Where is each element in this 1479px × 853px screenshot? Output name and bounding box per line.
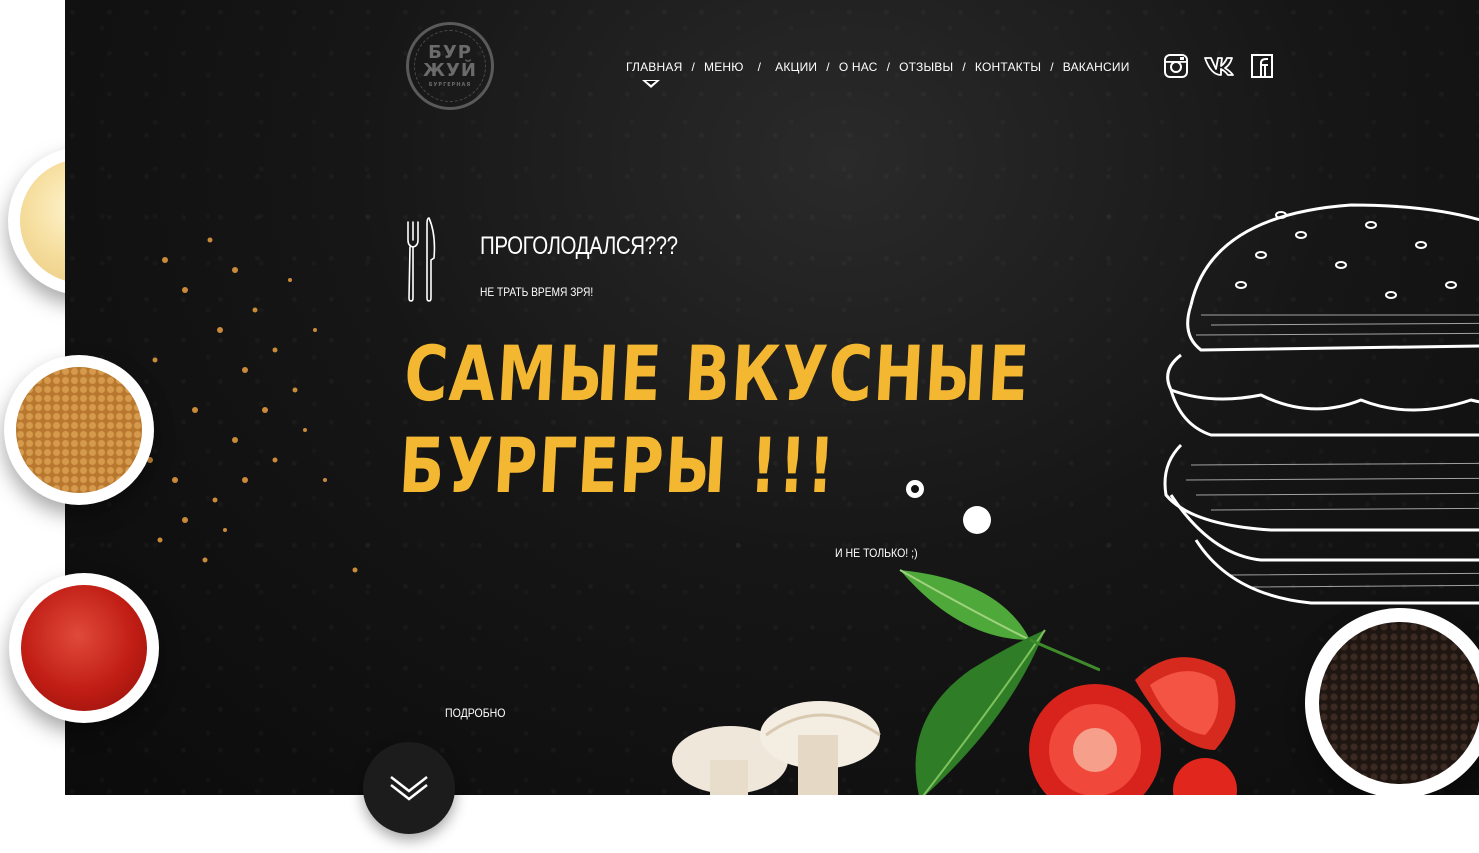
hero-subtitle: НЕ ТРАТЬ ВРЕМЯ ЗРЯ! (480, 285, 594, 299)
active-indicator-icon (642, 80, 660, 88)
fork-knife-icon (407, 217, 436, 302)
hero-note: И НЕ ТОЛЬКО! ;) (835, 546, 918, 560)
hero-question: ПРОГОЛОДАЛСЯ??? (480, 232, 678, 260)
nav-separator: / (757, 60, 762, 74)
page: БУР ЖУЙ БУРГЕРНАЯ ГЛАВНАЯ / МЕНЮ / АКЦИИ… (0, 0, 1479, 853)
nav-separator: / (691, 60, 695, 74)
instagram-icon[interactable] (1163, 53, 1189, 79)
facebook-icon[interactable] (1249, 53, 1275, 79)
double-chevron-down-icon (390, 776, 428, 801)
nav-item-contacts[interactable]: КОНТАКТЫ (975, 60, 1041, 74)
logo-text-bottom: ЖУЙ (423, 60, 477, 81)
nav-item-reviews[interactable]: ОТЗЫВЫ (899, 60, 953, 74)
peppercorn-bowl-image (1305, 608, 1479, 795)
social-links (1163, 53, 1275, 79)
burger-sketch-image (1163, 203, 1479, 605)
nav-separator: / (886, 60, 891, 74)
ketchup-bowl-image (9, 573, 159, 723)
logo-subtitle: БУРГЕРНАЯ (428, 82, 472, 88)
nav-item-vacancies[interactable]: ВАКАНСИИ (1063, 60, 1130, 74)
nav-separator: / (962, 60, 966, 74)
nav-item-menu[interactable]: МЕНЮ (704, 60, 744, 74)
headline-line-2: БУРГЕРЫ !!! (397, 421, 839, 510)
scroll-down-button[interactable] (363, 742, 455, 834)
nav-item-about[interactable]: О НАС (839, 60, 878, 74)
logo[interactable]: БУР ЖУЙ БУРГЕРНАЯ (406, 22, 494, 110)
main-nav: ГЛАВНАЯ / МЕНЮ / АКЦИИ / О НАС / ОТЗЫВЫ … (626, 60, 1130, 88)
decor-dot (963, 506, 991, 534)
headline-line-1: САМЫЕ ВКУСНЫЕ (402, 329, 1033, 418)
decor-dot (906, 480, 924, 498)
nav-separator: / (826, 60, 830, 74)
nav-item-promotions[interactable]: АКЦИИ (775, 60, 817, 74)
seeds-decoration (147, 237, 358, 573)
nav-item-label: ГЛАВНАЯ (626, 60, 683, 74)
nav-item-home[interactable]: ГЛАВНАЯ (626, 60, 683, 88)
seeds-bowl-image (4, 355, 154, 505)
vk-icon[interactable] (1203, 53, 1235, 79)
mushrooms-image (672, 701, 881, 795)
nav-separator: / (1050, 60, 1054, 74)
hero-section: БУР ЖУЙ БУРГЕРНАЯ ГЛАВНАЯ / МЕНЮ / АКЦИИ… (65, 0, 1479, 795)
hero-headline: САМЫЕ ВКУСНЫЕ БУРГЕРЫ !!! (397, 328, 1033, 512)
logo-text-top: БУР (428, 42, 472, 63)
details-label: ПОДРОБНО (445, 706, 506, 720)
tomatoes-image (1029, 657, 1237, 795)
